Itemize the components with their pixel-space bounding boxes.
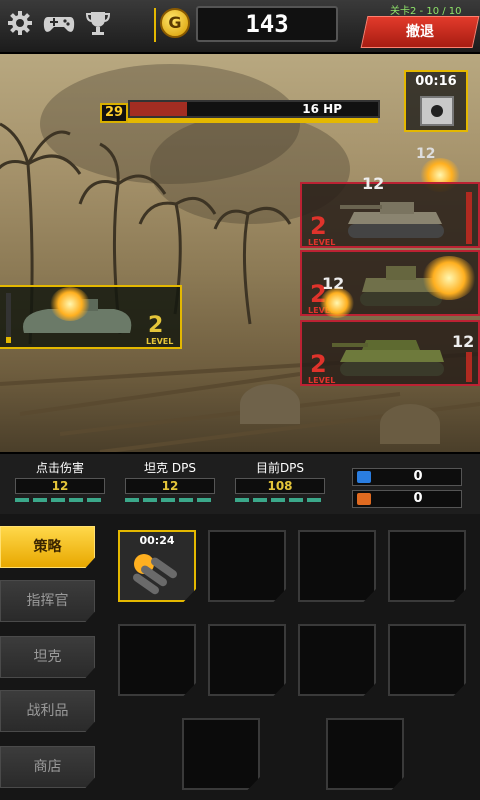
tank-image-icon: [332, 340, 444, 376]
slot-timer: 00:24: [139, 534, 175, 547]
strategy-slot[interactable]: [388, 624, 466, 696]
soldier-helmet: [240, 384, 300, 424]
resource-box: 0: [352, 468, 462, 486]
gold-coin-icon: G: [160, 8, 190, 38]
boss-hp-underline: [128, 118, 378, 123]
boss-hp-text: 16 HP: [302, 102, 342, 116]
top-bar: G 143 关卡2 - 10 / 10 撤退: [0, 0, 480, 54]
level-caption: LEVEL: [308, 238, 336, 247]
tank-dps-value: 12: [125, 478, 215, 494]
level-caption: LEVEL: [146, 337, 174, 346]
enemy-tank-card[interactable]: 2 LEVEL 12: [300, 174, 480, 248]
enemy-tank-card[interactable]: 2 LEVEL 12: [300, 320, 480, 386]
stat-ticks: [15, 498, 105, 502]
player-tank-level: 2: [148, 313, 164, 338]
retreat-button[interactable]: 撤退: [360, 16, 480, 48]
strategy-slot[interactable]: [298, 530, 376, 602]
medal-icon: [357, 471, 371, 483]
gamepad-icon[interactable]: [42, 9, 76, 39]
strategy-slot[interactable]: [208, 624, 286, 696]
gold-amount: 143: [196, 6, 338, 42]
enemy-tank-count: 12: [362, 174, 385, 193]
sidebar-item-strategy[interactable]: 策略: [0, 526, 95, 568]
strategy-slot[interactable]: [208, 530, 286, 602]
tank-image-icon: [340, 202, 444, 238]
enemy-hp-gauge: [466, 192, 472, 244]
supply-crate[interactable]: 00:16: [404, 70, 468, 132]
soldier-helmet: [380, 404, 440, 444]
cube-icon: [357, 493, 371, 505]
enemy-tank-level: 2: [310, 212, 327, 240]
enemy-tank-count: 12: [452, 332, 475, 351]
sidebar-item-loot[interactable]: 战利品: [0, 690, 95, 732]
sidebar-item-commander[interactable]: 指挥官: [0, 580, 95, 622]
resource-box: 0: [352, 490, 462, 508]
retreat-label: 撤退: [406, 24, 434, 40]
current-dps-label: 目前DPS: [255, 461, 305, 475]
explosion-effect: [320, 288, 354, 318]
player-tank-card[interactable]: 2 LEVEL: [0, 285, 182, 349]
strategy-slot[interactable]: [298, 624, 376, 696]
sidebar-item-tanks[interactable]: 坦克: [0, 636, 95, 678]
click-damage-label: 点击伤害: [35, 461, 84, 475]
stat-ticks: [125, 498, 215, 502]
stats-panel: 点击伤害 12 坦克 DPS 12 目前DPS 108 0 0: [0, 452, 480, 514]
enemy-tank-level: 2: [310, 350, 327, 378]
missile-strike-icon: [132, 554, 178, 595]
divider: [154, 8, 156, 42]
explosion-effect: [422, 256, 476, 300]
explosion-effect: [50, 287, 90, 321]
strategy-slot[interactable]: 00:24: [118, 530, 196, 602]
boss-hp-fill: [130, 102, 188, 116]
gear-icon[interactable]: [6, 9, 36, 39]
strategy-slot[interactable]: [118, 624, 196, 696]
resource-value: 0: [413, 469, 423, 484]
player-progress-gauge: [6, 293, 11, 343]
trophy-icon[interactable]: [84, 9, 114, 39]
click-damage-value: 12: [15, 478, 105, 494]
boss-level: 29: [100, 103, 128, 123]
strategy-slot[interactable]: [182, 718, 260, 790]
bottom-panel: 策略 指挥官 坦克 战利品 商店 00:24: [0, 514, 480, 800]
resource-value: 0: [413, 491, 423, 506]
current-dps-value: 108: [235, 478, 325, 494]
strategy-slot[interactable]: [388, 530, 466, 602]
strategy-slot[interactable]: [326, 718, 404, 790]
tank-dps-label: 坦克 DPS: [144, 461, 196, 475]
boss-hp-bar: 16 HP: [128, 100, 380, 118]
enemy-tank-card[interactable]: 2 LEVEL 12: [300, 250, 480, 318]
radiation-crate-icon: [420, 96, 454, 126]
sidebar-item-shop[interactable]: 商店: [0, 746, 95, 788]
stage-label: 关卡2 - 10 / 10: [390, 6, 462, 17]
crate-timer: 00:16: [415, 74, 457, 89]
enemy-hp-gauge: [466, 352, 472, 382]
stat-ticks: [235, 498, 325, 502]
